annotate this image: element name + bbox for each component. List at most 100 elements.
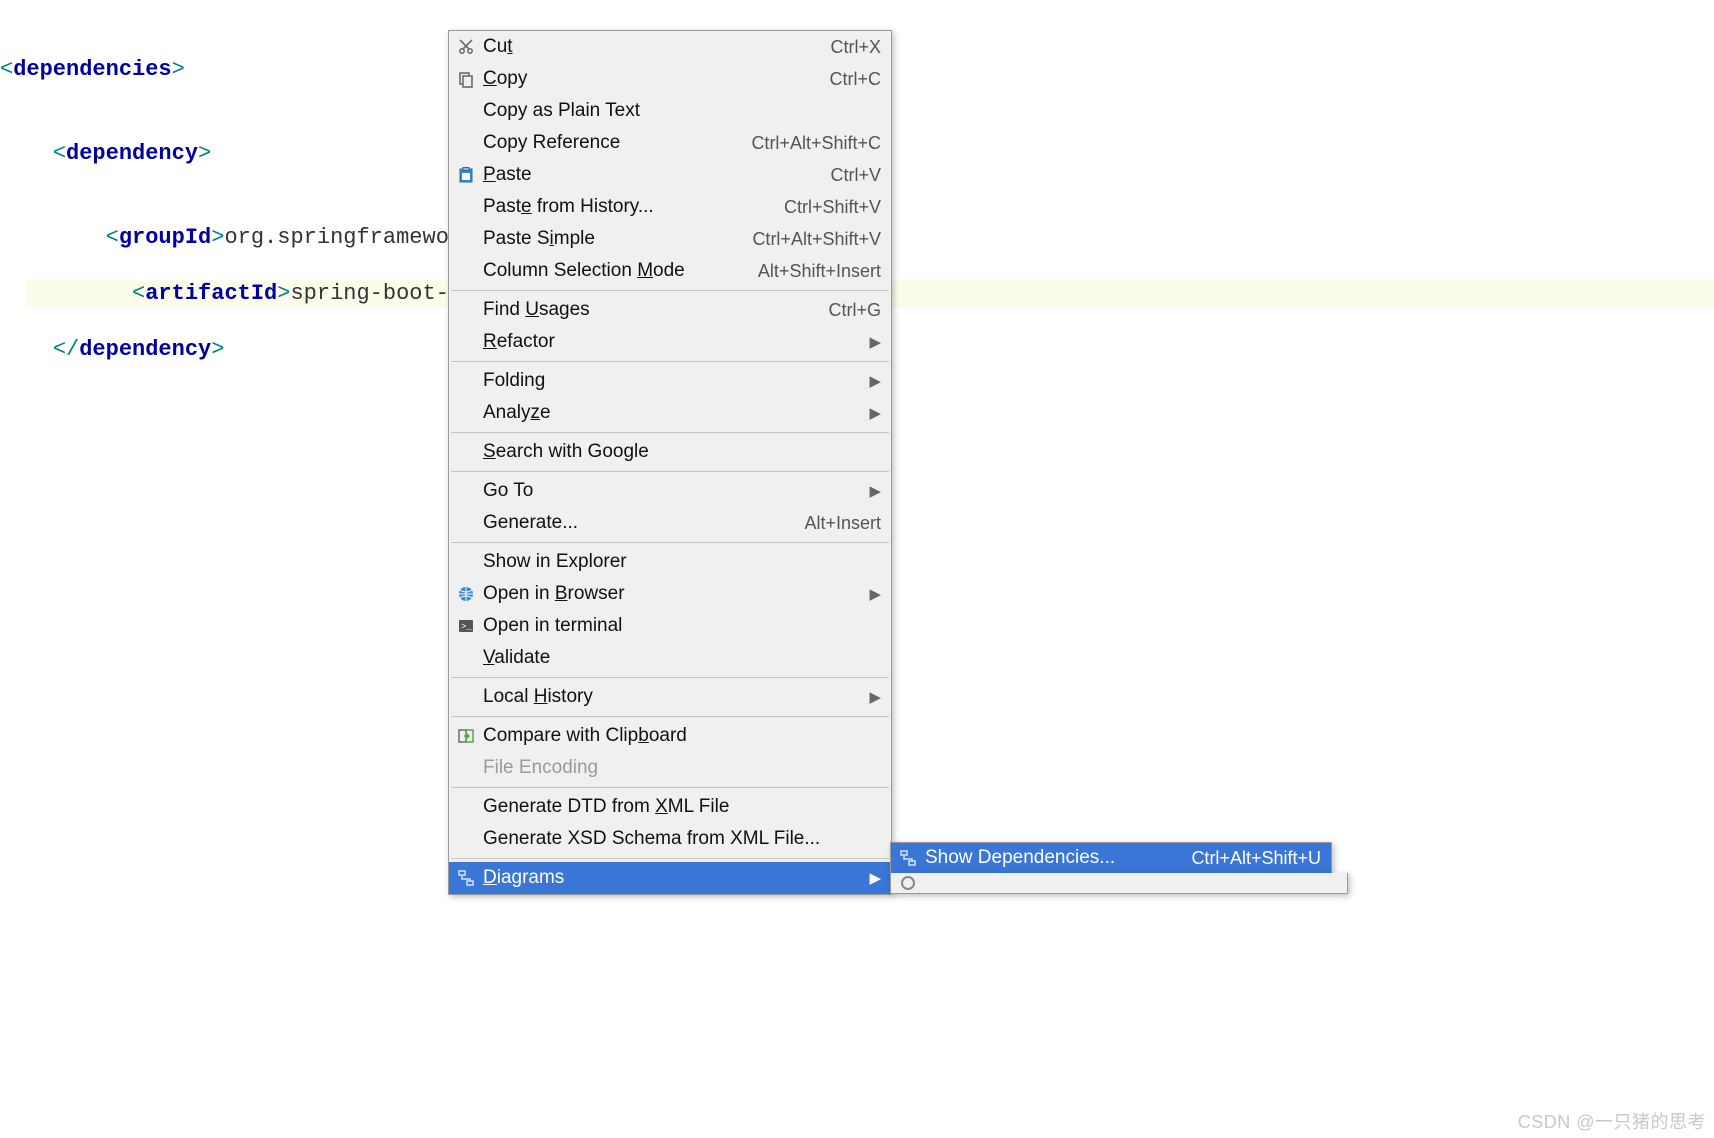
blank-icon <box>455 480 477 502</box>
shortcut-text: Alt+Shift+Insert <box>758 261 881 282</box>
menu-label: Find Usages <box>483 299 590 321</box>
menu-item-col-sel[interactable]: Column Selection Mode Alt+Shift+Insert <box>449 255 891 287</box>
dot-icon <box>897 876 919 890</box>
submenu-arrow-icon: ▶ <box>869 869 881 887</box>
menu-label: Paste from History... <box>483 196 654 218</box>
shortcut-text: Ctrl+C <box>829 69 881 90</box>
shortcut-text: Ctrl+Shift+V <box>784 197 881 218</box>
menu-label: Generate DTD from XML File <box>483 796 729 818</box>
blank-icon <box>455 512 477 534</box>
menu-separator <box>451 716 889 717</box>
menu-item-open-terminal[interactable]: >_ Open in terminal <box>449 610 891 642</box>
shortcut-text: Ctrl+Alt+Shift+U <box>1191 848 1321 869</box>
menu-separator <box>451 361 889 362</box>
submenu-arrow-icon: ▶ <box>869 333 881 351</box>
menu-label: Folding <box>483 370 545 392</box>
menu-item-analyze[interactable]: Analyze ▶ <box>449 397 891 429</box>
menu-item-paste-history[interactable]: Paste from History... Ctrl+Shift+V <box>449 191 891 223</box>
menu-label: Copy Reference <box>483 132 620 154</box>
menu-item-refactor[interactable]: Refactor▶ <box>449 326 891 358</box>
menu-item-search-google[interactable]: Search with Google <box>449 436 891 468</box>
menu-label: Paste <box>483 164 532 186</box>
scissors-icon <box>455 36 477 58</box>
menu-item-cut[interactable]: Cut Ctrl+X <box>449 31 891 63</box>
menu-item-copy-ref[interactable]: Copy Reference Ctrl+Alt+Shift+C <box>449 127 891 159</box>
menu-item-gen-dtd[interactable]: Generate DTD from XML File <box>449 791 891 823</box>
paste-icon <box>455 164 477 186</box>
menu-separator <box>451 290 889 291</box>
blank-icon <box>455 132 477 154</box>
menu-item-show-dependencies[interactable]: Show Dependencies... Ctrl+Alt+Shift+U <box>891 843 1331 873</box>
shortcut-text: Ctrl+Alt+Shift+V <box>752 229 881 250</box>
blank-icon <box>455 551 477 573</box>
menu-label: Go To <box>483 480 533 502</box>
menu-item-compare-clip[interactable]: Compare with Clipboard <box>449 720 891 752</box>
blank-icon <box>455 647 477 669</box>
menu-item-paste[interactable]: Paste Ctrl+V <box>449 159 891 191</box>
diagram-icon <box>455 867 477 889</box>
menu-separator <box>451 542 889 543</box>
menu-item-folding[interactable]: Folding ▶ <box>449 365 891 397</box>
menu-label: Open in Browser <box>483 583 625 605</box>
submenu-arrow-icon: ▶ <box>869 404 881 422</box>
menu-label: Column Selection Mode <box>483 260 685 282</box>
menu-item-go-to[interactable]: Go To ▶ <box>449 475 891 507</box>
menu-label: Open in terminal <box>483 615 622 637</box>
menu-item-show-explorer[interactable]: Show in Explorer <box>449 546 891 578</box>
submenu-arrow-icon: ▶ <box>869 372 881 390</box>
menu-label: Validate <box>483 647 550 669</box>
menu-separator <box>451 858 889 859</box>
submenu-arrow-icon: ▶ <box>869 585 881 603</box>
menu-separator <box>451 432 889 433</box>
svg-text:>_: >_ <box>461 622 472 632</box>
menu-label: Generate XSD Schema from XML File... <box>483 828 820 850</box>
menu-label: File Encoding <box>483 757 598 779</box>
menu-label: Show Dependencies... <box>925 847 1115 869</box>
menu-label: Search with Google <box>483 441 649 463</box>
menu-label: Diagrams <box>483 867 564 889</box>
shortcut-text: Alt+Insert <box>804 513 881 534</box>
blank-icon <box>455 796 477 818</box>
blank-icon <box>455 196 477 218</box>
menu-item-gen-xsd[interactable]: Generate XSD Schema from XML File... <box>449 823 891 855</box>
blank-icon <box>455 299 477 321</box>
menu-separator <box>451 677 889 678</box>
menu-label: Copy as Plain Text <box>483 100 640 122</box>
blank-icon <box>455 370 477 392</box>
menu-item-generate[interactable]: Generate... Alt+Insert <box>449 507 891 539</box>
submenu-partial-row[interactable] <box>890 873 1348 894</box>
menu-label: Compare with Clipboard <box>483 725 687 747</box>
context-menu[interactable]: Cut Ctrl+X Copy Ctrl+C Copy as Plain Text Cop… <box>448 30 892 895</box>
shortcut-text: Ctrl+X <box>830 37 881 58</box>
menu-item-local-history[interactable]: Local History ▶ <box>449 681 891 713</box>
menu-item-copy[interactable]: Copy Ctrl+C <box>449 63 891 95</box>
menu-separator <box>451 787 889 788</box>
menu-separator <box>451 471 889 472</box>
globe-icon <box>455 583 477 605</box>
menu-label: Paste Simple <box>483 228 595 250</box>
shortcut-text: Ctrl+V <box>830 165 881 186</box>
menu-label: Show in Explorer <box>483 551 627 573</box>
menu-item-open-browser[interactable]: Open in Browser ▶ <box>449 578 891 610</box>
submenu-arrow-icon: ▶ <box>869 482 881 500</box>
submenu-arrow-icon: ▶ <box>869 688 881 706</box>
menu-label: Local History <box>483 686 593 708</box>
blank-icon <box>455 441 477 463</box>
blank-icon <box>455 100 477 122</box>
menu-item-paste-simple[interactable]: Paste Simple Ctrl+Alt+Shift+V <box>449 223 891 255</box>
terminal-icon: >_ <box>455 615 477 637</box>
blank-icon <box>455 757 477 779</box>
menu-label: Copy <box>483 68 527 90</box>
shortcut-text: Ctrl+Alt+Shift+C <box>751 133 881 154</box>
menu-item-diagrams[interactable]: Diagrams ▶ <box>449 862 891 894</box>
menu-label: Analyze <box>483 402 551 424</box>
diagrams-submenu[interactable]: Show Dependencies... Ctrl+Alt+Shift+U <box>890 842 1332 874</box>
menu-item-validate[interactable]: Validate <box>449 642 891 674</box>
compare-icon <box>455 725 477 747</box>
blank-icon <box>455 402 477 424</box>
menu-item-copy-plain[interactable]: Copy as Plain Text <box>449 95 891 127</box>
menu-label: Generate... <box>483 512 578 534</box>
menu-item-file-encoding: File Encoding <box>449 752 891 784</box>
menu-item-find-usages[interactable]: Find UsagesCtrl+G <box>449 294 891 326</box>
menu-label: Cut <box>483 36 513 58</box>
